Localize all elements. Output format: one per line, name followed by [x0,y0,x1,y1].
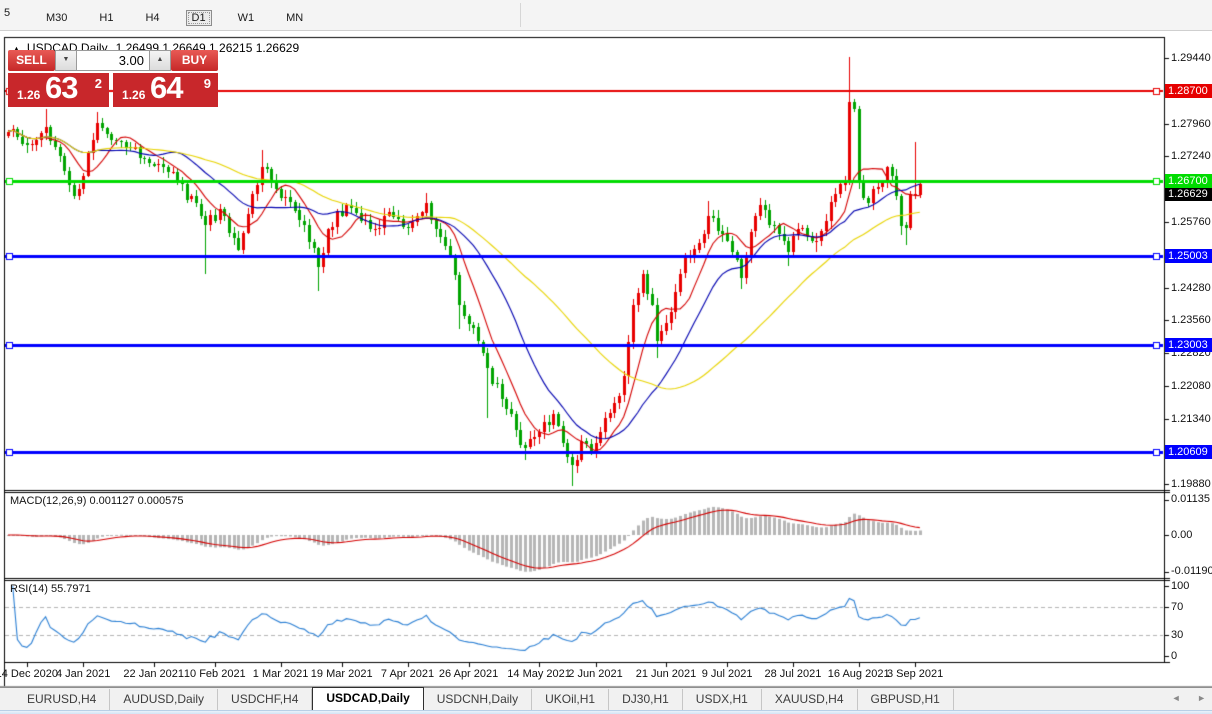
chart-tab-gbpusd[interactable]: GBPUSD,H1 [858,689,954,710]
chart-tab-audusd[interactable]: AUDUSD,Daily [110,689,218,710]
timeframe-button-d1[interactable]: D1 [186,10,212,26]
one-click-trade-panel: SELL ▼ ▲ BUY 1.26 63 2 1.26 64 9 [8,50,218,107]
level-label-1.28700: 1.28700 [1165,84,1212,98]
rsi-tick-100: 100 [1171,580,1189,592]
chart-tab-usdx[interactable]: USDX,H1 [683,689,762,710]
macd-label: MACD(12,26,9) 0.001127 0.000575 [10,495,184,507]
sell-button[interactable]: SELL [8,50,55,71]
macd-tick-0.01135: 0.01135 [1171,493,1210,505]
timeframe-button-mn[interactable]: MN [280,10,309,26]
sell-price-main: 63 [45,70,77,106]
buy-price-prefix: 1.26 [122,88,145,102]
level-label-1.20609: 1.20609 [1165,445,1212,459]
chart-tab-xauusd[interactable]: XAUUSD,H4 [762,689,858,710]
rsi-name: RSI(14) [10,583,48,595]
macd-name: MACD(12,26,9) [10,495,86,507]
date-tick: 10 Feb 2021 [184,668,246,680]
sell-price-box[interactable]: 1.26 63 2 [8,73,109,107]
spinner-down-icon: ▼ [63,56,70,63]
macd-value-signal: 0.000575 [138,495,184,507]
price-tick-1.25760: 1.25760 [1171,216,1211,228]
trading-terminal-window: { "toolbar": { "timeframes": ["5", "M30"… [0,0,1212,714]
level-label-1.25003: 1.25003 [1165,249,1212,263]
status-strip [0,710,1212,714]
chart-tab-dj30[interactable]: DJ30,H1 [609,689,683,710]
sell-price-prefix: 1.26 [17,88,40,102]
chart-tab-usdcnh[interactable]: USDCNH,Daily [424,689,532,710]
date-tick: 4 Jan 2021 [56,668,110,680]
chart-tab-eurusd[interactable]: EURUSD,H4 [14,689,110,710]
price-tick-1.24280: 1.24280 [1171,282,1211,294]
macd-tick-0.00: 0.00 [1171,529,1192,541]
price-tick-1.23560: 1.23560 [1171,314,1211,326]
timeframe-button-5[interactable]: 5 [0,5,20,21]
toolbar-separator [520,3,521,27]
date-tick: 2 Jun 2021 [568,668,622,680]
timeframe-toolbar: 5 M30 H1 H4 D1 W1 MN [0,0,1212,31]
price-chart-canvas[interactable] [0,0,1212,714]
sell-price-pip: 2 [95,76,102,91]
rsi-value: 55.7971 [51,583,91,595]
price-tick-1.21340: 1.21340 [1171,413,1211,425]
level-label-1.26700: 1.26700 [1165,174,1212,188]
buy-price-box[interactable]: 1.26 64 9 [113,73,218,107]
spinner-up-icon: ▲ [157,56,164,63]
volume-increase-button[interactable]: ▲ [149,50,171,71]
chart-tab-bar: EURUSD,H4AUDUSD,DailyUSDCHF,H4USDCAD,Dai… [0,687,1212,710]
current-price-label: 1.26629 [1165,187,1212,201]
timeframe-button-h4[interactable]: H4 [139,10,165,26]
chart-tab-usdcad[interactable]: USDCAD,Daily [312,687,423,710]
date-tick: 7 Apr 2021 [381,668,434,680]
timeframe-button-w1[interactable]: W1 [232,10,261,26]
rsi-tick-30: 30 [1171,629,1183,641]
volume-decrease-button[interactable]: ▼ [55,50,77,71]
date-tick: 14 May 2021 [507,668,571,680]
date-tick: 19 Mar 2021 [311,668,373,680]
tab-scroll-left-icon[interactable]: ◄ [1172,693,1181,703]
volume-input[interactable] [77,51,149,70]
date-tick: 9 Jul 2021 [702,668,753,680]
date-tick: 21 Jun 2021 [636,668,697,680]
price-tick-1.27960: 1.27960 [1171,118,1211,130]
chart-tab-ukoil[interactable]: UKOil,H1 [532,689,609,710]
price-tick-1.27240: 1.27240 [1171,150,1211,162]
date-tick: 22 Jan 2021 [123,668,184,680]
timeframe-button-h1[interactable]: H1 [93,10,119,26]
buy-price-pip: 9 [204,76,211,91]
buy-button[interactable]: BUY [171,50,218,71]
macd-tick--0.011904: -0.011904 [1171,565,1212,577]
tab-scroll-arrows: ◄ ► [1158,693,1206,703]
rsi-tick-70: 70 [1171,601,1183,613]
buy-price-main: 64 [150,70,182,106]
tab-scroll-right-icon[interactable]: ► [1197,693,1206,703]
timeframe-button-m30[interactable]: M30 [40,10,73,26]
rsi-label: RSI(14) 55.7971 [10,583,91,595]
date-tick: 26 Apr 2021 [439,668,498,680]
date-tick: 28 Jul 2021 [764,668,821,680]
price-tick-1.29440: 1.29440 [1171,52,1211,64]
date-tick: 16 Aug 2021 [828,668,890,680]
chart-tab-usdchf[interactable]: USDCHF,H4 [218,689,312,710]
date-tick: 3 Sep 2021 [887,668,943,680]
price-tick-1.19880: 1.19880 [1171,478,1211,490]
price-tick-1.22080: 1.22080 [1171,380,1211,392]
date-tick: 1 Mar 2021 [253,668,309,680]
macd-value-main: 0.001127 [89,495,134,507]
level-label-1.23003: 1.23003 [1165,338,1212,352]
date-tick: 14 Dec 2020 [0,668,58,680]
rsi-tick-0: 0 [1171,650,1177,662]
